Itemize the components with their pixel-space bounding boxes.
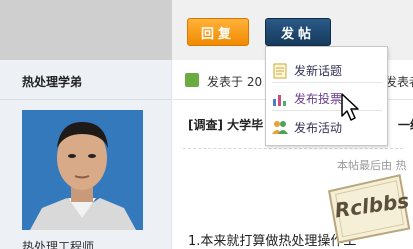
author-sidebar: 热处理学弟 热处理工程师 (0, 60, 172, 249)
menu-item-label: 发新话题 (294, 64, 343, 78)
new-topic-icon (273, 63, 287, 78)
menu-item-poll[interactable]: 发布投票 (272, 87, 382, 111)
mouse-cursor-icon (341, 93, 359, 121)
divider (183, 148, 403, 149)
new-post-button[interactable]: 发帖 (265, 18, 331, 46)
posted-date: 发表于 20 (207, 75, 263, 89)
menu-item-activity[interactable]: 发布活动 (272, 115, 382, 139)
menu-item-label: 发布投票 (294, 92, 343, 106)
avatar[interactable] (22, 110, 143, 230)
menu-item-label: 发布活动 (294, 120, 343, 135)
header-band-left (0, 0, 172, 60)
thread-title-tail: 一级 (398, 118, 413, 132)
thread-title: [调查] 大学毕 (188, 118, 264, 132)
posted-author[interactable]: 发表者 (385, 73, 413, 90)
reply-button[interactable]: 回复 (187, 18, 249, 46)
author-title: 热处理工程师 (22, 240, 95, 249)
new-post-menu: 发新话题 发布投票 发布活动 (265, 46, 388, 146)
poll-icon (273, 94, 286, 106)
online-user-icon (185, 73, 199, 87)
author-row: 热处理学弟 (0, 60, 172, 100)
watermark-logo: Rclbbs (322, 170, 413, 247)
author-username[interactable]: 热处理学弟 (22, 73, 82, 90)
menu-item-new-topic[interactable]: 发新话题 (272, 59, 382, 83)
activity-icon (272, 121, 288, 134)
